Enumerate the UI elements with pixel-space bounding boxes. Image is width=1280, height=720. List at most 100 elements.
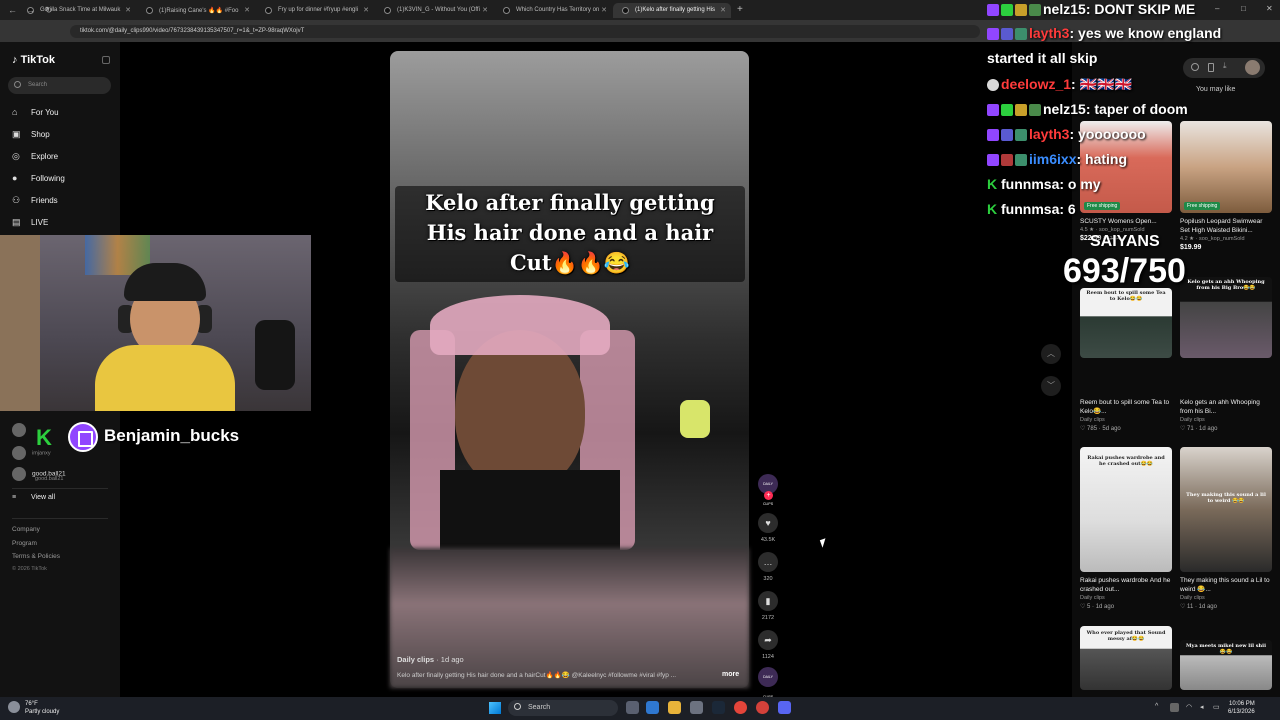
share-action[interactable]: ➦ 1124 <box>758 630 778 660</box>
nav-label: Explore <box>31 152 59 161</box>
task-view-icon[interactable] <box>626 701 639 714</box>
nav-label: Shop <box>31 130 50 139</box>
verified-badge-icon <box>1001 4 1013 17</box>
chrome-icon[interactable] <box>734 701 747 714</box>
comment-icon[interactable]: … <box>758 552 778 572</box>
tray-chevron-icon[interactable]: ^ <box>1155 703 1158 710</box>
forward-icon[interactable]: → <box>26 5 35 15</box>
weather-desc: Partly cloudy <box>25 709 60 715</box>
video-card[interactable]: Rakai pushes wardrobe and he crashed out… <box>1080 447 1172 610</box>
reload-icon[interactable]: ↻ <box>45 5 53 16</box>
footer-program-link[interactable]: Program <box>12 540 37 547</box>
volume-icon[interactable]: ◂ <box>1200 703 1204 711</box>
weather-widget[interactable]: 76°F Partly cloudy <box>25 700 59 716</box>
tiktok-favicon-icon <box>622 7 629 14</box>
battery-icon[interactable]: ▭ <box>1213 703 1220 711</box>
browser-tab[interactable]: Which Country Has Territory on ✕ <box>494 3 612 18</box>
following-account[interactable] <box>12 423 32 437</box>
video-card[interactable]: Kelo gets an ahh Whooping from his Big B… <box>1180 277 1272 432</box>
video-author: Daily clips <box>1180 595 1205 601</box>
close-tab-icon[interactable]: ✕ <box>482 6 488 14</box>
chat-text: DONT SKIP ME <box>1094 1 1196 17</box>
copilot-icon[interactable] <box>646 701 659 714</box>
close-tab-icon[interactable]: ✕ <box>720 6 726 14</box>
caption-line: Cut🔥🔥😂 <box>509 250 631 275</box>
video-title: They making this sound a Lil to weird 😂.… <box>1180 577 1270 593</box>
back-icon[interactable]: ← <box>8 5 17 15</box>
saiyans-count: 693/750 <box>1063 252 1186 290</box>
video-card[interactable]: Who ever played that Sound messy af😂😂 <box>1080 626 1172 690</box>
tiktok-logo[interactable]: ♪ TikTok <box>12 54 55 66</box>
search-input[interactable]: Search <box>8 77 111 94</box>
close-tab-icon[interactable]: ✕ <box>244 6 250 14</box>
discord-icon[interactable] <box>778 701 791 714</box>
windows-start-icon[interactable] <box>489 702 501 714</box>
footer-company-link[interactable]: Company <box>12 526 40 533</box>
new-tab-icon[interactable]: + <box>737 4 743 15</box>
emote-badge-icon <box>987 79 999 92</box>
verified-badge-icon <box>1001 104 1013 117</box>
chat-text: hating <box>1085 151 1128 167</box>
file-explorer-icon[interactable] <box>668 701 681 714</box>
browser-tab[interactable]: Fry up for dinner #fryup #engli ✕ <box>256 3 374 18</box>
video-title: Rakai pushes wardrobe And he crashed out… <box>1080 577 1171 593</box>
collapse-sidebar-icon[interactable] <box>102 56 110 64</box>
nav-for-you[interactable]: ⌂ For You <box>12 107 59 117</box>
product-card[interactable]: Free shipping Popilush Leopard Swimwear … <box>1180 121 1272 251</box>
obs-icon[interactable] <box>756 701 769 714</box>
download-icon[interactable]: ⤓ <box>1223 61 1227 71</box>
thumbnail-caption: Rakai pushes wardrobe and he crashed out… <box>1087 455 1165 467</box>
wifi-icon[interactable]: ◠ <box>1186 703 1192 711</box>
bookmark-icon[interactable]: ▮ <box>758 591 778 611</box>
more-button[interactable]: more <box>722 671 739 678</box>
close-window-icon[interactable]: ✕ <box>1266 4 1273 13</box>
clock-time: 10:06 PM <box>1229 701 1255 707</box>
nav-following[interactable]: ● Following <box>12 173 65 183</box>
share-icon[interactable]: ➦ <box>758 630 778 650</box>
view-all-link[interactable]: ≡ View all <box>12 494 55 501</box>
minimize-icon[interactable]: – <box>1215 4 1219 13</box>
video-card[interactable]: They making this sound a lil to weird 😂😂… <box>1180 447 1272 610</box>
tab-label: Which Country Has Territory on <box>516 7 600 13</box>
steam-icon[interactable] <box>712 701 725 714</box>
tray-app-icon[interactable] <box>1170 703 1179 712</box>
browser-tab[interactable]: Gorilla Snack Time at Milwauk ✕ <box>18 3 136 18</box>
previous-video-button[interactable]: ︿ <box>1041 344 1061 364</box>
nav-friends[interactable]: ⚇ Friends <box>12 195 58 206</box>
close-tab-icon[interactable]: ✕ <box>363 6 369 14</box>
music-disc-avatar[interactable]: DAILY CLIPS <box>758 667 778 699</box>
video-card[interactable]: Reem bout to spill some Tea to Kelo😂😂 Re… <box>1080 288 1172 432</box>
nav-explore[interactable]: ◎ Explore <box>12 151 58 162</box>
browser-tab[interactable]: (1)Raising Cane's 🔥🔥 #Foo ✕ <box>137 3 255 18</box>
heart-icon[interactable]: ♥ <box>758 513 778 533</box>
upload-icon[interactable] <box>1191 63 1199 71</box>
follow-plus-icon[interactable]: + <box>764 491 773 500</box>
chat-text: yes we know england <box>1078 25 1222 41</box>
nav-label: LIVE <box>31 218 49 227</box>
nav-shop[interactable]: ▣ Shop <box>12 129 50 140</box>
like-action[interactable]: ♥ 43.5K <box>758 513 778 543</box>
settings-icon[interactable] <box>690 701 703 714</box>
thumbnail-caption: Mya meets mikel new lil shii😂😂 <box>1186 643 1266 655</box>
device-icon[interactable] <box>1208 63 1214 72</box>
browser-tab[interactable]: (1)K3VIN_G - Without You (Offi ✕ <box>375 3 493 18</box>
video-caption: Kelo after finally getting His hair done… <box>395 183 745 281</box>
footer-terms-link[interactable]: Terms & Policies <box>12 553 60 560</box>
save-action[interactable]: ▮ 2172 <box>758 591 778 621</box>
browser-tab-active[interactable]: (1)Kelo after finally getting His ✕ <box>613 3 731 18</box>
webcam-background-boxes <box>0 235 40 411</box>
taskbar-search[interactable]: Search <box>508 700 618 716</box>
video-author[interactable]: Daily clips · 1d ago <box>397 655 464 664</box>
comment-action[interactable]: … 320 <box>758 552 778 582</box>
url-field[interactable]: tiktok.com/@daily_clips990/video/7673238… <box>70 25 980 38</box>
video-card[interactable]: Mya meets mikel new lil shii😂😂 <box>1180 640 1272 690</box>
maximize-icon[interactable]: □ <box>1241 4 1246 13</box>
close-tab-icon[interactable]: ✕ <box>125 6 131 14</box>
taskbar-clock[interactable]: 10:06 PM 6/13/2026 <box>1228 700 1255 716</box>
nav-live[interactable]: ▤ LIVE <box>12 217 48 228</box>
weather-icon[interactable] <box>8 701 20 713</box>
next-video-button[interactable]: ﹀ <box>1041 376 1061 396</box>
close-tab-icon[interactable]: ✕ <box>601 6 607 14</box>
youtube-favicon-icon <box>503 7 510 14</box>
profile-avatar[interactable] <box>1245 60 1260 75</box>
